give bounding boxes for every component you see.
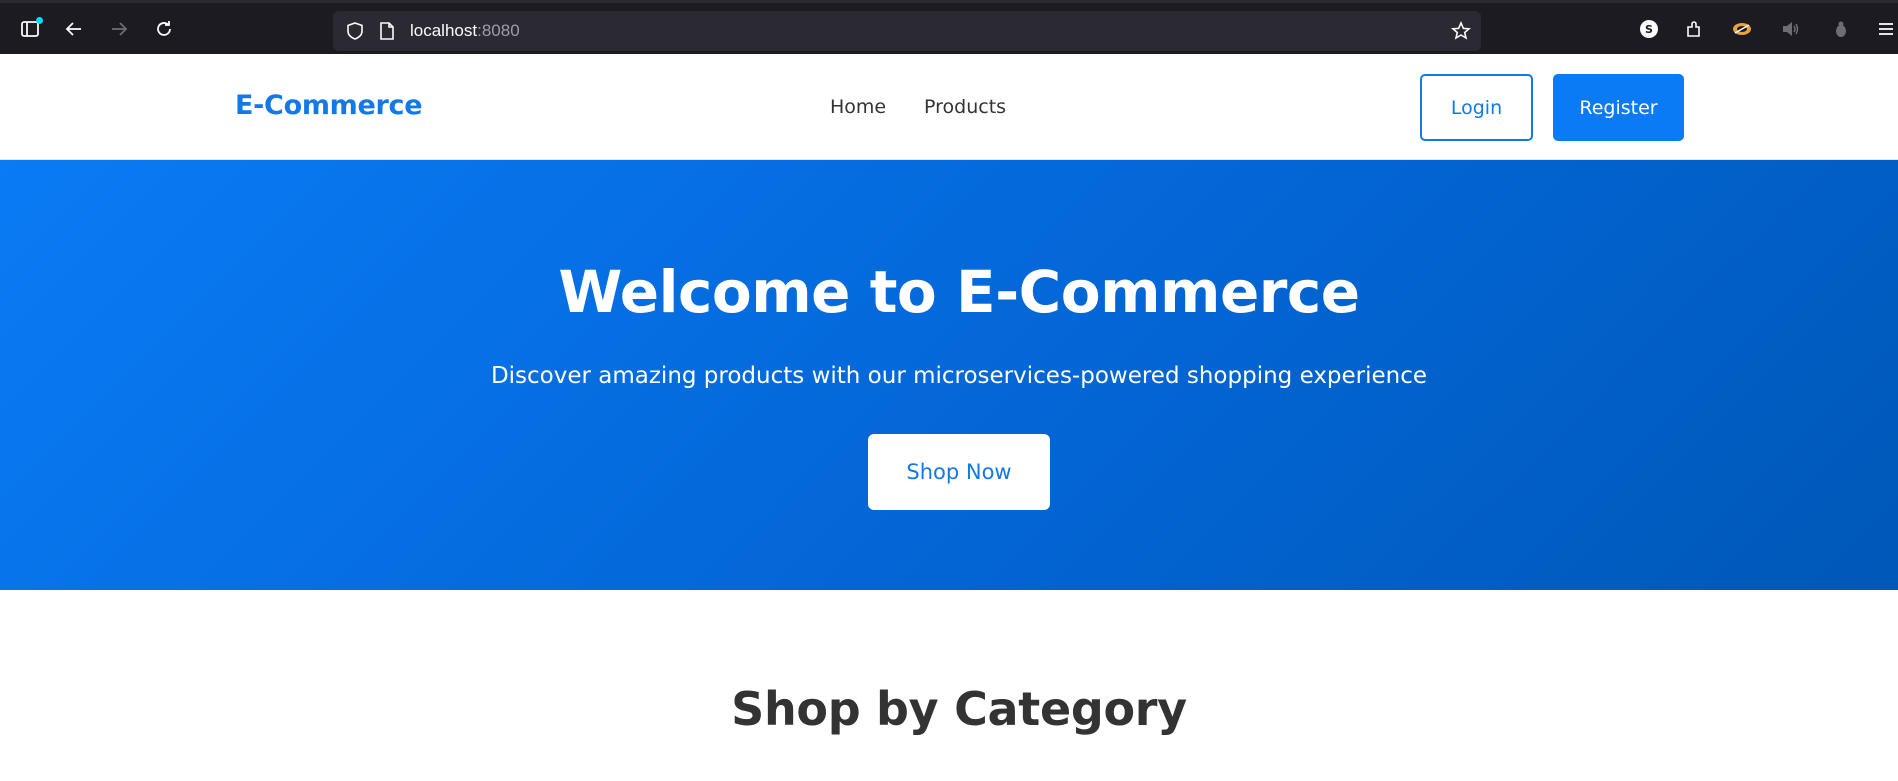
- shop-now-button[interactable]: Shop Now: [868, 434, 1050, 510]
- register-button[interactable]: Register: [1553, 74, 1684, 141]
- menu-icon[interactable]: [1872, 15, 1898, 43]
- brand-logo[interactable]: E-Commerce: [235, 90, 423, 121]
- shield-icon[interactable]: [345, 21, 365, 41]
- nav-products[interactable]: Products: [924, 96, 1006, 118]
- extensions-icon[interactable]: [1680, 15, 1708, 43]
- address-bar[interactable]: localhost:8080: [333, 11, 1481, 51]
- hero-section: Welcome to E-Commerce Discover amazing p…: [0, 160, 1898, 590]
- category-title: Shop by Category: [731, 682, 1187, 736]
- forward-icon[interactable]: [105, 15, 133, 43]
- site-header: E-Commerce Home Products Login Register: [0, 54, 1898, 160]
- extension-icon-2[interactable]: [1827, 15, 1855, 43]
- svg-text:S: S: [1645, 23, 1653, 36]
- account-icon[interactable]: S: [1635, 15, 1663, 43]
- login-button[interactable]: Login: [1420, 74, 1533, 141]
- extension-icon[interactable]: [1728, 15, 1756, 43]
- hero-subtitle: Discover amazing products with our micro…: [490, 363, 1428, 389]
- hero-title: Welcome to E-Commerce: [558, 258, 1360, 326]
- nav-home[interactable]: Home: [830, 96, 886, 118]
- speaker-icon[interactable]: [1776, 15, 1804, 43]
- sidebar-icon[interactable]: [16, 15, 44, 43]
- browser-toolbar: localhost:8080 S: [0, 0, 1898, 54]
- bookmark-star-icon[interactable]: [1451, 21, 1471, 41]
- page-icon: [378, 21, 396, 41]
- reload-icon[interactable]: [150, 15, 178, 43]
- back-icon[interactable]: [60, 15, 88, 43]
- url-text[interactable]: localhost:8080: [410, 21, 520, 41]
